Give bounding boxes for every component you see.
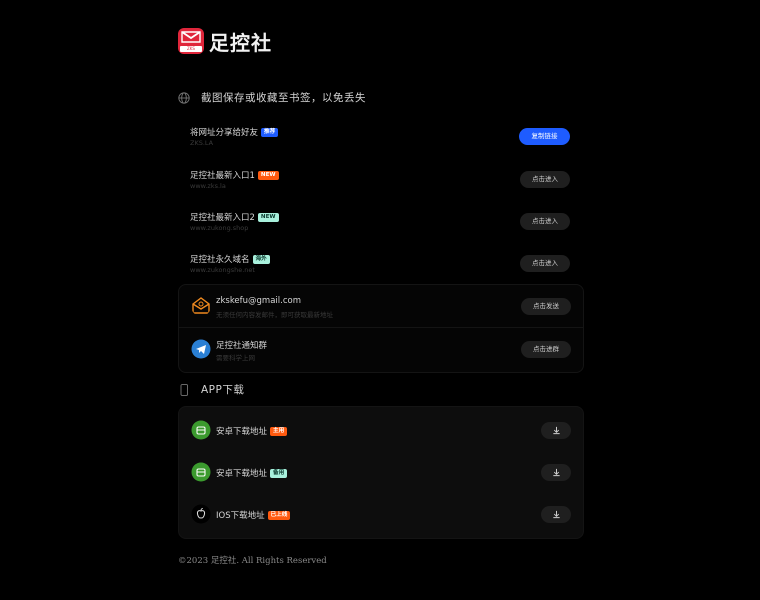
notify-group-title: 足控社通知群 bbox=[216, 341, 268, 351]
permanent-domain-title: 足控社永久域名 bbox=[190, 255, 250, 265]
android-icon bbox=[191, 462, 211, 482]
download-title: 安卓下载地址 备用 bbox=[216, 467, 288, 479]
notify-group-hint: 需要科学上网 bbox=[216, 354, 255, 362]
email-address: zkskefu@gmail.com bbox=[216, 296, 302, 306]
enter-button-2[interactable]: 点击进入 bbox=[520, 213, 570, 230]
list-item: 安卓下载地址 备用 bbox=[179, 451, 583, 493]
apple-icon bbox=[191, 504, 211, 524]
list-item: 足控社永久域名 海外 www.zukongshe.net 点击进入 bbox=[178, 242, 582, 284]
download-title: IOS下载地址 已上线 bbox=[216, 509, 291, 521]
site-logo[interactable]: ZKS 足控社 bbox=[178, 27, 272, 55]
list-item: IOS下载地址 已上线 bbox=[179, 493, 583, 535]
list-item: 足控社最新入口2 NEW www.zukong.shop 点击进入 bbox=[178, 200, 582, 242]
download-icon bbox=[552, 426, 560, 435]
email-hint: 无须任何内容发邮件，即可获取最新地址 bbox=[216, 311, 333, 319]
send-email-button[interactable]: 点击发送 bbox=[521, 298, 571, 315]
telegram-icon bbox=[191, 339, 211, 359]
entry-1-title: 足控社最新入口1 bbox=[190, 171, 255, 181]
mail-icon bbox=[192, 297, 210, 314]
android-icon bbox=[191, 420, 211, 440]
share-title: 将网址分享给好友 bbox=[190, 128, 259, 138]
join-group-button[interactable]: 点击进群 bbox=[521, 341, 571, 358]
logo-mail-icon: ZKS bbox=[178, 28, 204, 54]
contact-card: zkskefu@gmail.com 无须任何内容发邮件，即可获取最新地址 点击发… bbox=[178, 284, 584, 373]
backup-badge: 备用 bbox=[270, 468, 288, 478]
new-badge: NEW bbox=[257, 170, 279, 180]
app-section-heading: APP下载 bbox=[178, 382, 244, 397]
globe-icon bbox=[178, 91, 190, 104]
phone-icon bbox=[180, 383, 188, 396]
download-title: 安卓下载地址 主用 bbox=[216, 425, 288, 437]
list-item: 将网址分享给好友 推荐 ZKS.LA 复制链接 bbox=[178, 115, 582, 157]
notice-text: 截图保存或收藏至书签，以免丢失 bbox=[201, 92, 366, 104]
list-item: 足控社最新入口1 NEW www.zks.la 点击进入 bbox=[178, 158, 582, 200]
download-button[interactable] bbox=[541, 422, 571, 439]
download-icon bbox=[552, 468, 560, 477]
entry-2-title: 足控社最新入口2 bbox=[190, 213, 255, 223]
overseas-badge: 海外 bbox=[252, 254, 270, 264]
download-button[interactable] bbox=[541, 464, 571, 481]
enter-button-1[interactable]: 点击进入 bbox=[520, 171, 570, 188]
brand-name: 足控社 bbox=[209, 30, 272, 55]
entry-1-url: www.zks.la bbox=[190, 182, 226, 190]
recommend-badge: 推荐 bbox=[261, 127, 279, 137]
list-item: zkskefu@gmail.com 无须任何内容发邮件，即可获取最新地址 点击发… bbox=[179, 285, 583, 327]
enter-button-3[interactable]: 点击进入 bbox=[520, 255, 570, 272]
download-icon bbox=[552, 510, 560, 519]
ios-label: IOS下载地址 bbox=[216, 511, 265, 521]
copy-link-button[interactable]: 复制链接 bbox=[519, 128, 570, 145]
new-badge: NEW bbox=[257, 212, 279, 222]
app-section-title: APP下载 bbox=[201, 384, 245, 396]
bookmark-notice: 截图保存或收藏至书签，以免丢失 bbox=[178, 90, 366, 105]
permanent-domain-url: www.zukongshe.net bbox=[190, 266, 255, 274]
logo-tag: ZKS bbox=[180, 46, 202, 52]
download-button[interactable] bbox=[541, 506, 571, 523]
main-badge: 主用 bbox=[270, 426, 288, 436]
android-backup-label: 安卓下载地址 bbox=[216, 469, 268, 479]
entry-2-url: www.zukong.shop bbox=[190, 224, 249, 232]
downloads-card: 安卓下载地址 主用 安卓下载地址 备用 IOS下载地址 已上线 bbox=[178, 406, 584, 539]
list-item: 安卓下载地址 主用 bbox=[179, 409, 583, 451]
share-subtitle: ZKS.LA bbox=[190, 139, 214, 147]
links-card: 将网址分享给好友 推荐 ZKS.LA 复制链接 足控社最新入口1 NEW www… bbox=[178, 115, 582, 285]
online-badge: 已上线 bbox=[267, 510, 291, 520]
android-main-label: 安卓下载地址 bbox=[216, 427, 268, 437]
copyright-footer: ©2023 足控社. All Rights Reserved bbox=[178, 556, 327, 566]
list-item: 足控社通知群 需要科学上网 点击进群 bbox=[179, 328, 583, 370]
